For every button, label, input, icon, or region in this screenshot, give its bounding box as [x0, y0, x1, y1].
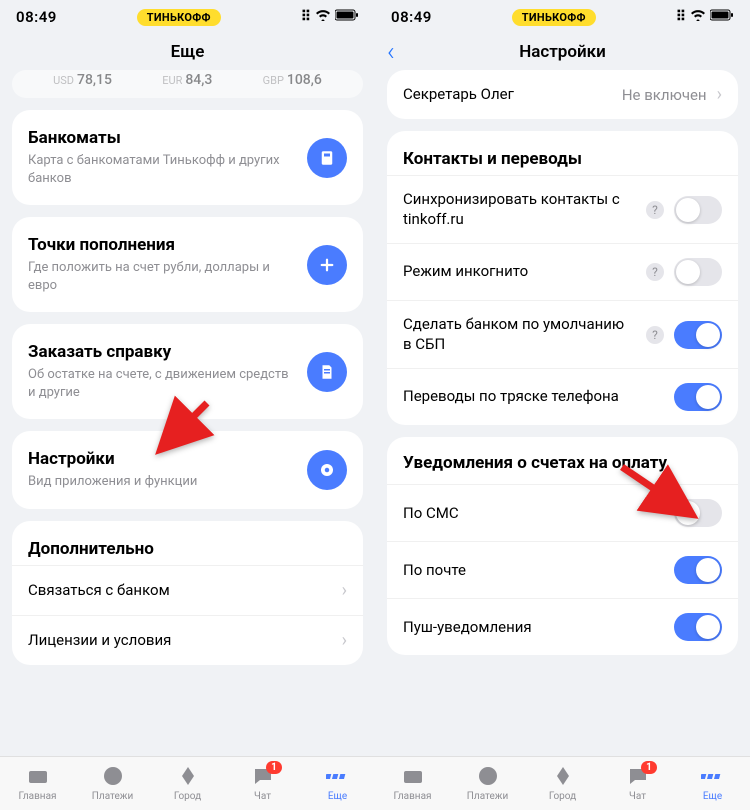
section-extra: Дополнительно Связаться с банком › Лицен…	[12, 521, 363, 665]
toggle-email[interactable]	[674, 556, 722, 584]
tab-bar: Главная Платежи Город 1Чат Еще	[0, 756, 375, 810]
tab-bar: Главная Платежи Город 1Чат Еще	[375, 756, 750, 810]
toggle-push[interactable]	[674, 613, 722, 641]
chevron-right-icon: ›	[342, 630, 347, 651]
diamond-icon	[175, 763, 201, 789]
row-contact-bank[interactable]: Связаться с банком ›	[12, 565, 363, 615]
brand-pill: ТИНЬКОФФ	[137, 9, 221, 26]
status-time: 08:49	[16, 8, 57, 26]
wifi-icon	[315, 9, 331, 25]
row-secretary[interactable]: Секретарь Олег Не включен ›	[387, 70, 738, 119]
tab-chat[interactable]: 1Чат	[225, 763, 300, 802]
tab-home[interactable]: Главная	[0, 763, 75, 802]
toggle-sms[interactable]	[674, 499, 722, 527]
brand-pill: ТИНЬКОФФ	[512, 9, 596, 26]
toggle-shake[interactable]	[674, 383, 722, 411]
notification-badge: 1	[266, 761, 282, 774]
more-icon	[325, 763, 351, 789]
header: Еще	[0, 30, 375, 70]
more-icon	[700, 763, 726, 789]
card-settings[interactable]: Настройки Вид приложения и функции	[12, 431, 363, 509]
chevron-right-icon: ›	[342, 580, 347, 601]
battery-icon	[710, 9, 734, 25]
circle-icon	[100, 763, 126, 789]
document-icon	[307, 352, 347, 392]
row-licenses[interactable]: Лицензии и условия ›	[12, 615, 363, 665]
row-default-bank: Сделать банком по умолчанию в СБП ?	[387, 300, 738, 368]
content: USD 78,15 EUR 84,3 GBP 108,6 Банкоматы К…	[0, 70, 375, 756]
page-title: Еще	[171, 42, 205, 62]
status-icons: ⠿	[301, 9, 359, 25]
currency-widget[interactable]: USD 78,15 EUR 84,3 GBP 108,6	[12, 70, 363, 98]
section-secretary: Секретарь Олег Не включен ›	[387, 70, 738, 119]
row-email: По почте	[387, 541, 738, 598]
tab-city[interactable]: Город	[525, 763, 600, 802]
circle-icon	[475, 763, 501, 789]
notification-badge: 1	[641, 761, 657, 774]
tab-more[interactable]: Еще	[300, 763, 375, 802]
battery-icon	[335, 9, 359, 25]
wifi-icon	[690, 9, 706, 25]
tab-more[interactable]: Еще	[675, 763, 750, 802]
status-bar: 08:49 ТИНЬКОФФ ⠿	[375, 0, 750, 30]
tab-payments[interactable]: Платежи	[450, 763, 525, 802]
row-sync-contacts: Синхронизировать контакты с tinkoff.ru ?	[387, 175, 738, 243]
tab-home[interactable]: Главная	[375, 763, 450, 802]
status-icons: ⠿	[676, 9, 734, 25]
card-atms[interactable]: Банкоматы Карта с банкоматами Тинькофф и…	[12, 110, 363, 205]
row-sms: По СМС	[387, 484, 738, 541]
card-icon	[25, 763, 51, 789]
card-statement[interactable]: Заказать справку Об остатке на счете, с …	[12, 324, 363, 419]
cellular-icon: ⠿	[676, 9, 686, 25]
tab-payments[interactable]: Платежи	[75, 763, 150, 802]
row-shake-transfer: Переводы по тряске телефона	[387, 368, 738, 425]
help-icon[interactable]: ?	[646, 263, 664, 281]
screen-settings: 08:49 ТИНЬКОФФ ⠿ ‹ Настройки Секретарь О…	[375, 0, 750, 810]
tab-chat[interactable]: 1Чат	[600, 763, 675, 802]
page-title: Настройки	[519, 42, 606, 62]
diamond-icon	[550, 763, 576, 789]
cellular-icon: ⠿	[301, 9, 311, 25]
card-topup[interactable]: Точки пополнения Где положить на счет ру…	[12, 217, 363, 312]
chevron-right-icon: ›	[717, 84, 722, 105]
help-icon[interactable]: ?	[646, 326, 664, 344]
back-button[interactable]: ‹	[387, 37, 395, 67]
gear-icon	[307, 450, 347, 490]
header: ‹ Настройки	[375, 30, 750, 70]
tab-city[interactable]: Город	[150, 763, 225, 802]
atm-icon	[307, 138, 347, 178]
card-icon	[400, 763, 426, 789]
help-icon[interactable]: ?	[646, 201, 664, 219]
toggle-default-bank[interactable]	[674, 321, 722, 349]
content: Секретарь Олег Не включен › Контакты и п…	[375, 70, 750, 756]
status-bar: 08:49 ТИНЬКОФФ ⠿	[0, 0, 375, 30]
plus-icon	[307, 245, 347, 285]
row-incognito: Режим инкогнито ?	[387, 243, 738, 300]
screen-more: 08:49 ТИНЬКОФФ ⠿ Еще USD 78,15 EUR 84,3 …	[0, 0, 375, 810]
toggle-incognito[interactable]	[674, 258, 722, 286]
section-contacts: Контакты и переводы Синхронизировать кон…	[387, 131, 738, 425]
toggle-sync[interactable]	[674, 196, 722, 224]
status-time: 08:49	[391, 8, 432, 26]
section-notifications: Уведомления о счетах на оплату По СМС По…	[387, 437, 738, 655]
row-push: Пуш-уведомления	[387, 598, 738, 655]
